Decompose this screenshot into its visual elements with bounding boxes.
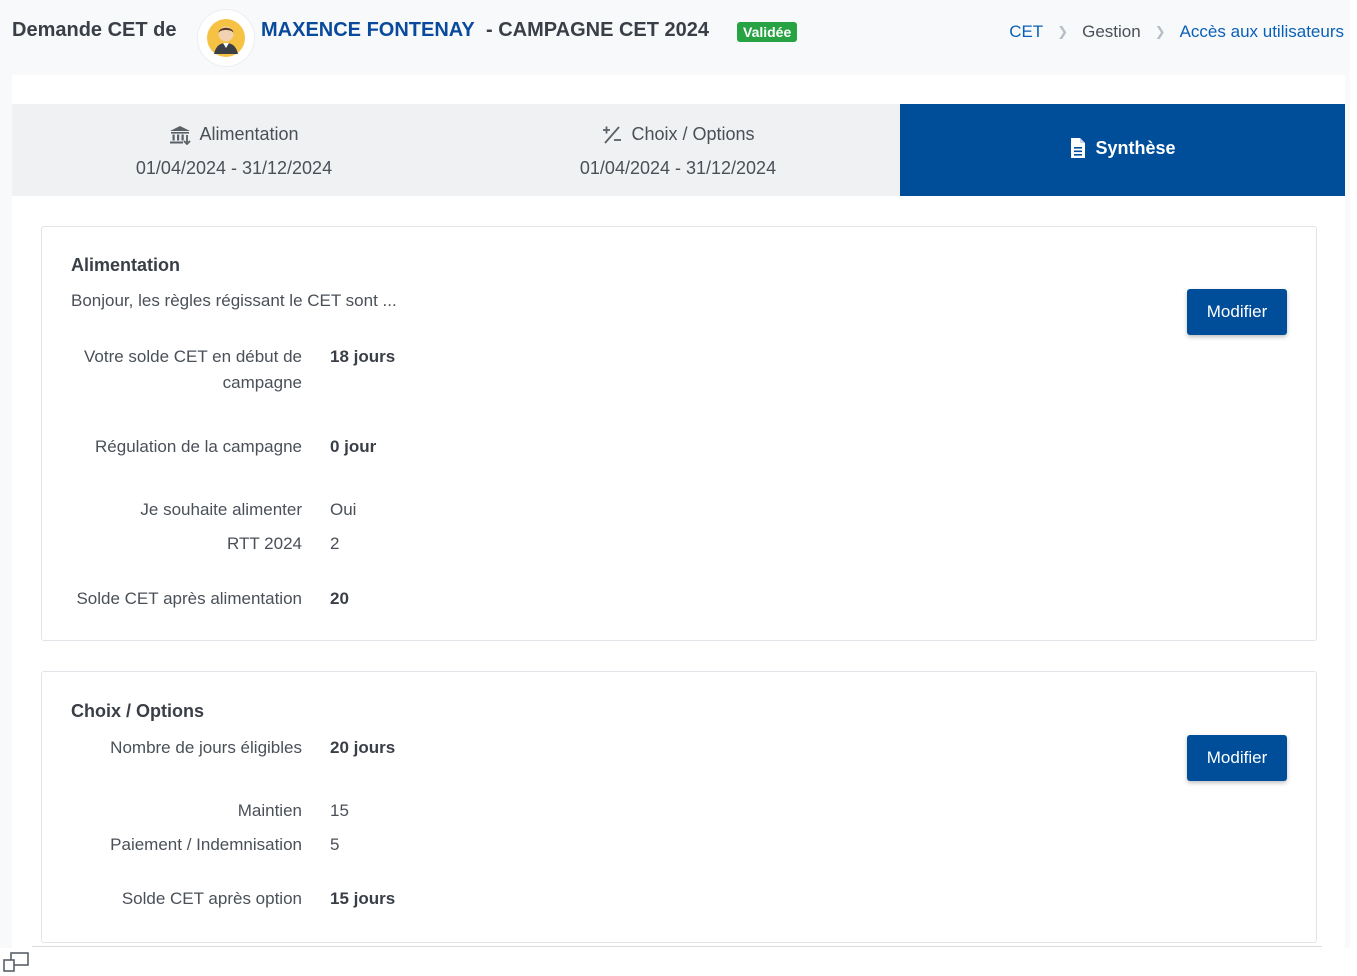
section-alimentation: Alimentation Bonjour, les règles régissa… bbox=[41, 226, 1317, 641]
jours-eligibles-value: 20 jours bbox=[330, 738, 396, 757]
modify-alimentation-button[interactable]: Modifier bbox=[1187, 289, 1287, 335]
tab-choix-options-dates: 01/04/2024 - 31/12/2024 bbox=[579, 158, 777, 178]
section-alimentation-description: Bonjour, les règles régissant le CET son… bbox=[71, 291, 397, 310]
solde-debut-value: 18 jours bbox=[330, 347, 396, 366]
status-badge: Validée bbox=[737, 22, 798, 42]
tab-choix-options[interactable]: Choix / Options 01/04/2024 - 31/12/2024 bbox=[456, 104, 900, 196]
bank-icon bbox=[170, 125, 192, 145]
page: Demande CET de MAXENCE FONTENAY - CAMPAG… bbox=[0, 0, 1350, 948]
tab-alimentation-dates: 01/04/2024 - 31/12/2024 bbox=[135, 158, 333, 178]
document-icon bbox=[1071, 138, 1086, 158]
main-panel: Alimentation 01/04/2024 - 31/12/2024 Cho… bbox=[12, 75, 1345, 948]
tab-choix-options-label: Choix / Options bbox=[631, 124, 755, 144]
section-choix-options: Choix / Options Nombre de jours éligible… bbox=[41, 671, 1317, 943]
chevron-right-icon: ❯ bbox=[1057, 24, 1069, 39]
page-header: Demande CET de MAXENCE FONTENAY - CAMPAG… bbox=[0, 10, 1350, 66]
maintien-value: 15 bbox=[330, 801, 349, 820]
rtt-value: 2 bbox=[330, 534, 340, 553]
page-title-prefix: Demande CET de bbox=[12, 19, 177, 41]
paiement-label: Paiement / Indemnisation bbox=[110, 835, 302, 854]
user-avatar-icon bbox=[207, 19, 245, 57]
paiement-value: 5 bbox=[330, 835, 340, 854]
tab-alimentation[interactable]: Alimentation 01/04/2024 - 31/12/2024 bbox=[12, 104, 456, 196]
user-name[interactable]: MAXENCE FONTENAY bbox=[261, 19, 475, 42]
regulation-value: 0 jour bbox=[330, 437, 377, 456]
modify-choix-options-button[interactable]: Modifier bbox=[1187, 735, 1287, 781]
solde-debut-label: Votre solde CET en début de campagne bbox=[83, 347, 302, 392]
tab-synthese-label: Synthèse bbox=[1095, 137, 1176, 158]
tab-synthese[interactable]: Synthèse bbox=[900, 104, 1345, 196]
souhaite-alimenter-value: Oui bbox=[330, 500, 357, 519]
window-restore-icon[interactable] bbox=[2, 951, 30, 973]
plus-minus-icon bbox=[603, 125, 622, 144]
solde-apres-option-value: 15 jours bbox=[330, 889, 396, 908]
breadcrumb-gestion[interactable]: Gestion bbox=[1082, 22, 1141, 42]
solde-apres-option-label: Solde CET après option bbox=[121, 889, 302, 908]
section-choix-options-title: Choix / Options bbox=[71, 701, 204, 721]
divider bbox=[32, 946, 1322, 947]
campaign-title: - CAMPAGNE CET 2024 bbox=[486, 19, 710, 41]
avatar bbox=[198, 10, 254, 66]
step-tabs: Alimentation 01/04/2024 - 31/12/2024 Cho… bbox=[12, 104, 1345, 196]
tab-alimentation-label: Alimentation bbox=[199, 124, 299, 144]
chevron-right-icon: ❯ bbox=[1154, 24, 1166, 39]
section-alimentation-title: Alimentation bbox=[71, 255, 181, 275]
maintien-label: Maintien bbox=[237, 801, 302, 820]
breadcrumb-cet[interactable]: CET bbox=[1009, 22, 1043, 42]
solde-apres-alimentation-label: Solde CET après alimentation bbox=[76, 589, 302, 608]
solde-apres-alimentation-value: 20 bbox=[330, 589, 349, 608]
souhaite-alimenter-label: Je souhaite alimenter bbox=[140, 500, 302, 519]
rtt-label: RTT 2024 bbox=[227, 534, 302, 553]
jours-eligibles-label: Nombre de jours éligibles bbox=[110, 738, 302, 757]
regulation-label: Régulation de la campagne bbox=[95, 437, 302, 456]
breadcrumb-acces-utilisateurs[interactable]: Accès aux utilisateurs bbox=[1180, 22, 1344, 42]
breadcrumb: CET ❯ Gestion ❯ Accès aux utilisateurs bbox=[1009, 22, 1344, 42]
